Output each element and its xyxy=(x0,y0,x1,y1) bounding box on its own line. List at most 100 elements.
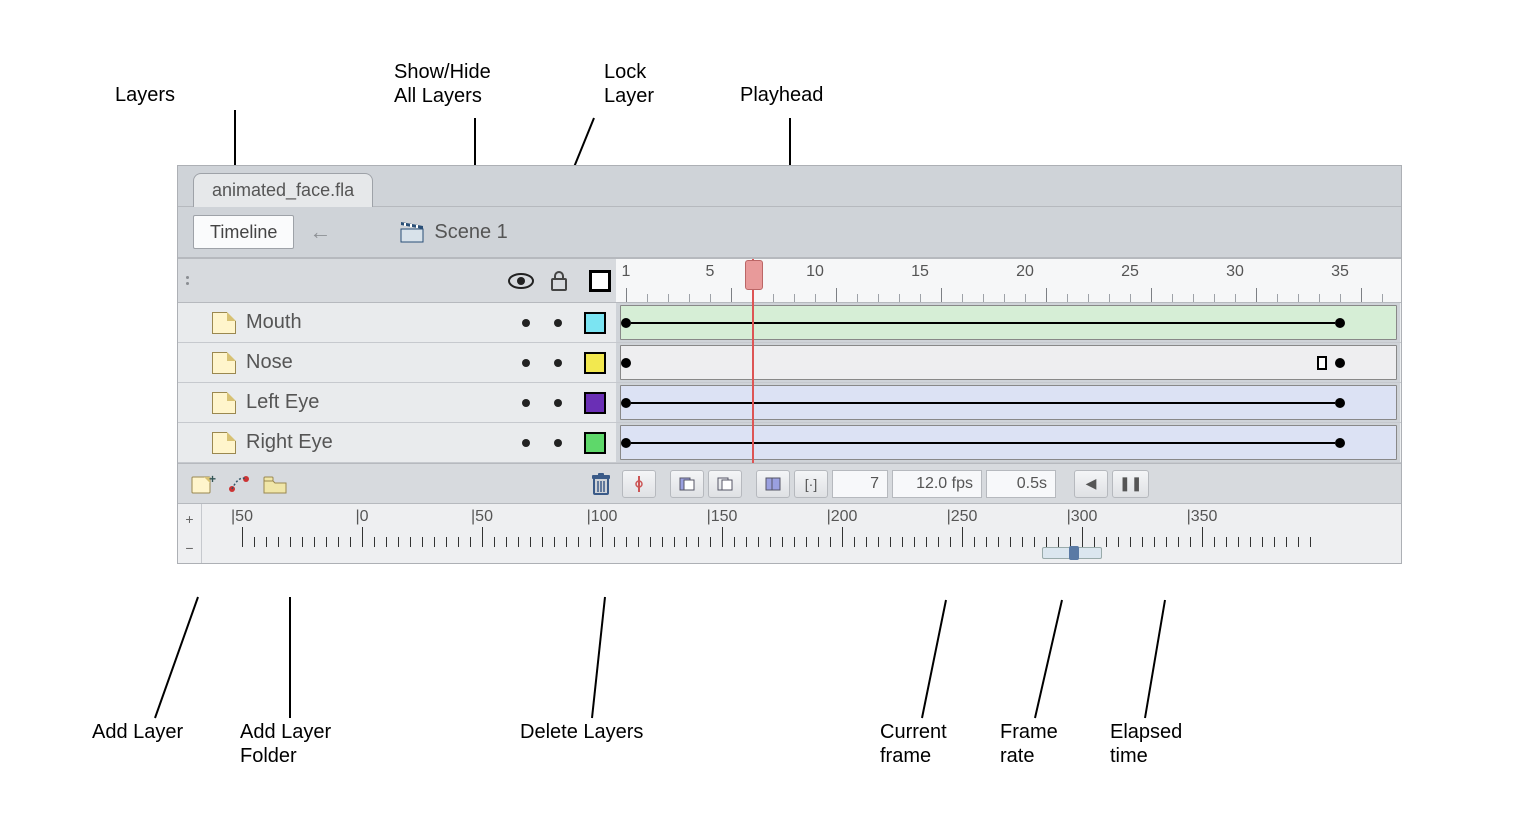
add-layer-folder-button[interactable] xyxy=(260,470,290,498)
frame-ruler-number: 25 xyxy=(1121,263,1139,281)
onion-skin-button[interactable] xyxy=(670,470,704,498)
tween-line xyxy=(631,442,1335,444)
layer-page-icon xyxy=(212,432,236,454)
layer-name-label: Right Eye xyxy=(246,431,510,454)
tween-line xyxy=(631,322,1335,324)
frame-ruler-number: 10 xyxy=(806,263,824,281)
keyframe-dot[interactable] xyxy=(621,318,631,328)
eye-icon[interactable] xyxy=(506,266,536,296)
layer-visibility-dot[interactable] xyxy=(522,399,530,407)
callout-playhead: Playhead xyxy=(740,83,823,107)
edit-multiple-frames-button[interactable] xyxy=(756,470,790,498)
layer-tools: + xyxy=(178,470,616,498)
stage-ruler-number: |250 xyxy=(947,508,978,526)
scene-bar: Timeline ← Scene 1 xyxy=(178,206,1401,258)
keyframe-dot[interactable] xyxy=(1335,438,1345,448)
layer-name-label: Left Eye xyxy=(246,391,510,414)
outline-toggle-icon[interactable] xyxy=(582,266,612,296)
blank-keyframe[interactable] xyxy=(1317,356,1327,370)
layer-row[interactable]: Left Eye xyxy=(178,383,616,423)
scene-label: Scene 1 xyxy=(434,221,507,244)
layer-visibility-dot[interactable] xyxy=(522,439,530,447)
timeline-tab-button[interactable]: Timeline xyxy=(193,215,294,249)
playhead[interactable] xyxy=(752,259,754,463)
stage-ruler-number: |150 xyxy=(707,508,738,526)
layer-visibility-dot[interactable] xyxy=(522,319,530,327)
frame-rate-field[interactable]: 12.0 fps xyxy=(892,470,982,498)
tween-line xyxy=(631,402,1335,404)
scene-clapper-icon xyxy=(400,221,424,243)
add-layer-button[interactable]: + xyxy=(188,470,218,498)
layers-column: Mouth Nose Left Eye Right Eye xyxy=(178,259,616,463)
layer-color-swatch[interactable] xyxy=(584,432,606,454)
callout-elapsed-time: Elapsed time xyxy=(1110,720,1182,768)
keyframe-dot[interactable] xyxy=(1335,398,1345,408)
stage-ruler-number: |200 xyxy=(827,508,858,526)
keyframe-dot[interactable] xyxy=(621,398,631,408)
layer-page-icon xyxy=(212,352,236,374)
callout-lock-layer: Lock Layer xyxy=(604,60,654,108)
frames-column: 15101520253035 xyxy=(616,259,1401,463)
callout-layers: Layers xyxy=(115,83,175,107)
timeline-panel: animated_face.fla Timeline ← Scene 1 xyxy=(177,165,1402,564)
frame-ruler[interactable]: 15101520253035 xyxy=(616,259,1401,303)
callout-delete-layers: Delete Layers xyxy=(520,720,643,744)
frame-track[interactable] xyxy=(616,303,1401,343)
layer-lock-dot[interactable] xyxy=(554,359,562,367)
onion-skin-outlines-button[interactable] xyxy=(708,470,742,498)
layer-lock-dot[interactable] xyxy=(554,319,562,327)
layer-color-swatch[interactable] xyxy=(584,312,606,334)
stage-ruler-toggle[interactable]: +− xyxy=(178,504,202,563)
callout-add-layer-folder: Add Layer Folder xyxy=(240,720,331,768)
back-arrow-icon[interactable]: ← xyxy=(308,220,332,244)
frame-ruler-number: 1 xyxy=(622,263,631,281)
frame-ruler-number: 20 xyxy=(1016,263,1034,281)
frame-track[interactable] xyxy=(616,383,1401,423)
frame-tracks[interactable] xyxy=(616,303,1401,463)
keyframe-dot[interactable] xyxy=(621,358,631,368)
layers-header xyxy=(178,259,616,303)
layer-name-label: Nose xyxy=(246,351,510,374)
svg-text:+: + xyxy=(209,473,216,486)
layer-row[interactable]: Right Eye xyxy=(178,423,616,463)
layer-name-label: Mouth xyxy=(246,311,510,334)
layer-color-swatch[interactable] xyxy=(584,352,606,374)
stage-ruler-number: |300 xyxy=(1067,508,1098,526)
scroll-left-button[interactable]: ◀ xyxy=(1074,470,1108,498)
elapsed-time-field: 0.5s xyxy=(986,470,1056,498)
scroll-right-button[interactable]: ❚❚ xyxy=(1112,470,1149,498)
layer-visibility-dot[interactable] xyxy=(522,359,530,367)
delete-layer-button[interactable] xyxy=(586,470,616,498)
timeline-area: MouthNoseLeft EyeRight Eye 1510152025303… xyxy=(178,258,1401,463)
stage-ruler-number: |350 xyxy=(1187,508,1218,526)
frame-ruler-number: 5 xyxy=(706,263,715,281)
stage-ruler-number: |50 xyxy=(231,508,253,526)
frame-ruler-number: 15 xyxy=(911,263,929,281)
frame-track[interactable] xyxy=(616,423,1401,463)
callout-current-frame: Current frame xyxy=(880,720,947,768)
keyframe-dot[interactable] xyxy=(1335,358,1345,368)
layer-lock-dot[interactable] xyxy=(554,399,562,407)
current-frame-field[interactable]: 7 xyxy=(832,470,888,498)
file-tab[interactable]: animated_face.fla xyxy=(193,173,373,207)
stage-ruler-number: |100 xyxy=(587,508,618,526)
stage-ruler-number: |50 xyxy=(471,508,493,526)
frame-track[interactable] xyxy=(616,343,1401,383)
lock-icon[interactable] xyxy=(544,266,574,296)
keyframe-dot[interactable] xyxy=(1335,318,1345,328)
panel-grip-icon[interactable] xyxy=(186,276,198,285)
onion-markers-button[interactable]: [·] xyxy=(794,470,828,498)
add-motion-guide-button[interactable] xyxy=(224,470,254,498)
layer-row[interactable]: Nose xyxy=(178,343,616,383)
zoom-slider[interactable] xyxy=(1042,547,1102,559)
layer-row[interactable]: Mouth xyxy=(178,303,616,343)
timeline-toolbar: + xyxy=(178,463,1401,503)
layer-page-icon xyxy=(212,312,236,334)
keyframe-dot[interactable] xyxy=(621,438,631,448)
callout-frame-rate: Frame rate xyxy=(1000,720,1058,768)
layer-lock-dot[interactable] xyxy=(554,439,562,447)
callout-add-layer: Add Layer xyxy=(92,720,183,744)
layer-color-swatch[interactable] xyxy=(584,392,606,414)
frame-tools: [·] 7 12.0 fps 0.5s ◀ ❚❚ xyxy=(616,470,1401,498)
center-frame-button[interactable] xyxy=(622,470,656,498)
